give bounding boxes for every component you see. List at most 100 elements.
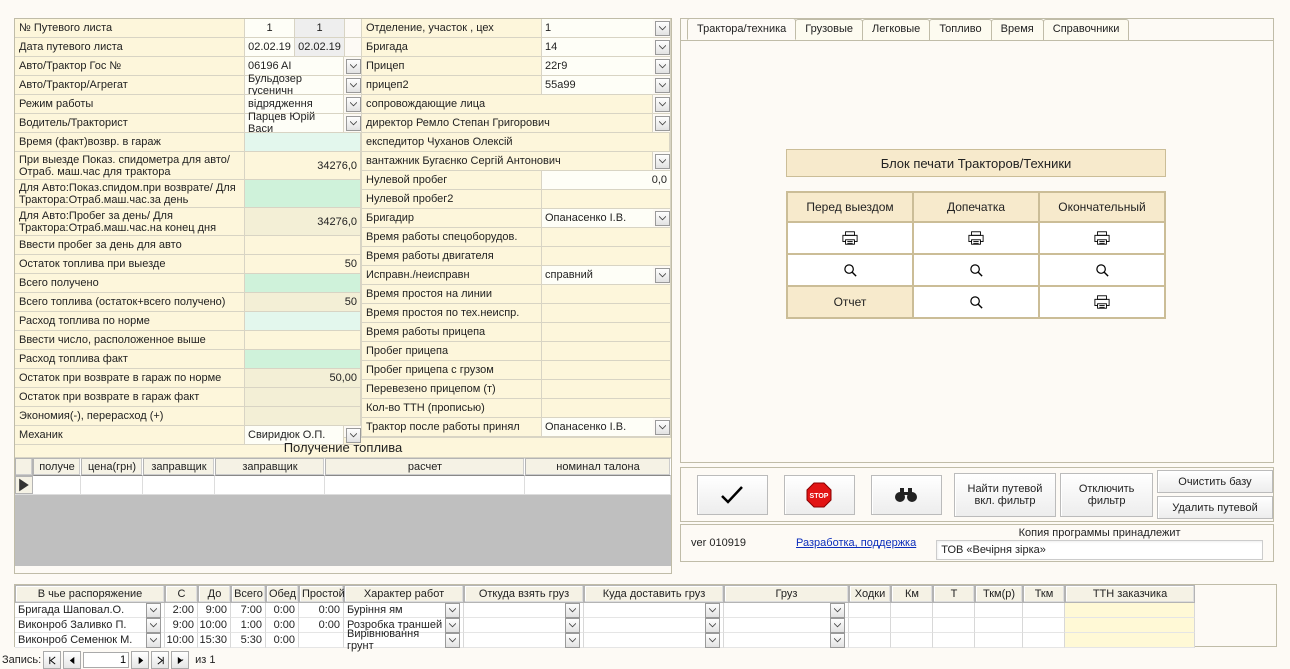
- grid-cell[interactable]: [1065, 633, 1195, 648]
- grid-cell[interactable]: [1065, 603, 1195, 618]
- ok-button[interactable]: [697, 475, 768, 515]
- chevron-down-icon[interactable]: [445, 603, 460, 618]
- dropdown-icon[interactable]: [346, 78, 361, 93]
- grid-cell[interactable]: [464, 603, 584, 618]
- field-value[interactable]: [245, 312, 361, 330]
- tab-3[interactable]: Топливо: [929, 19, 991, 41]
- field-value[interactable]: [245, 274, 361, 292]
- field-value[interactable]: Опанасенко І.В.: [542, 418, 653, 436]
- grid-cell[interactable]: [464, 633, 584, 648]
- grid-cell[interactable]: 0:00: [299, 603, 344, 618]
- grid-cell[interactable]: [464, 618, 584, 633]
- fuel-column-header[interactable]: получе: [33, 458, 81, 476]
- grid-cell[interactable]: [724, 603, 849, 618]
- grid-column-header[interactable]: Простой: [299, 585, 344, 603]
- grid-column-header[interactable]: В чье распоряжение: [15, 585, 165, 603]
- grid-column-header[interactable]: Ткм: [1023, 585, 1065, 603]
- grid-cell[interactable]: [933, 633, 975, 648]
- owner-field[interactable]: ТОВ «Вечірня зірка»: [936, 540, 1263, 560]
- dropdown-icon[interactable]: [655, 211, 670, 226]
- fuel-column-header[interactable]: номинал талона: [525, 458, 671, 476]
- field-value[interactable]: 1: [295, 19, 345, 37]
- field-value[interactable]: Бульдозер гусеничн: [245, 76, 344, 94]
- disable-filter-button[interactable]: Отключить фильтр: [1060, 473, 1153, 517]
- grid-cell[interactable]: 1:00: [231, 618, 266, 633]
- grid-cell[interactable]: [1065, 618, 1195, 633]
- chevron-down-icon[interactable]: [705, 618, 720, 633]
- grid-cell[interactable]: [891, 633, 933, 648]
- field-value[interactable]: [245, 350, 361, 368]
- tab-0[interactable]: Трактора/техника: [687, 18, 796, 40]
- dropdown-icon[interactable]: [346, 116, 361, 131]
- field-value[interactable]: [245, 133, 361, 151]
- field-value[interactable]: 50: [245, 255, 361, 273]
- grid-cell[interactable]: 9:00: [165, 618, 198, 633]
- grid-cell[interactable]: [975, 618, 1023, 633]
- grid-column-header[interactable]: Характер работ: [344, 585, 464, 603]
- grid-column-header[interactable]: Обед: [266, 585, 299, 603]
- field-value[interactable]: [542, 399, 670, 417]
- field-value[interactable]: [542, 361, 670, 379]
- delete-waybill-button[interactable]: Удалить путевой: [1157, 496, 1273, 519]
- dropdown-icon[interactable]: [655, 116, 670, 131]
- chevron-down-icon[interactable]: [565, 633, 580, 648]
- field-value[interactable]: [245, 331, 361, 349]
- grid-cell[interactable]: Вирівнювання грунт: [344, 633, 464, 648]
- chevron-down-icon[interactable]: [445, 633, 460, 648]
- grid-cell[interactable]: 0:00: [299, 618, 344, 633]
- nav-last-button[interactable]: [151, 651, 169, 669]
- grid-cell[interactable]: Виконроб Семенюк М.: [15, 633, 165, 648]
- field-value[interactable]: [542, 342, 670, 360]
- grid-cell[interactable]: [975, 633, 1023, 648]
- grid-column-header[interactable]: Откуда взять груз: [464, 585, 584, 603]
- print-extra-button[interactable]: [913, 222, 1039, 254]
- grid-column-header[interactable]: Ходки: [849, 585, 891, 603]
- field-value[interactable]: 22г9: [542, 57, 653, 75]
- chevron-down-icon[interactable]: [705, 633, 720, 648]
- field-value[interactable]: 50,00: [245, 369, 361, 387]
- grid-cell[interactable]: 0:00: [266, 603, 299, 618]
- field-value[interactable]: [542, 190, 670, 208]
- print-before-button[interactable]: [787, 222, 913, 254]
- nav-first-button[interactable]: [43, 651, 61, 669]
- grid-cell[interactable]: [1023, 603, 1065, 618]
- field-value[interactable]: 50: [245, 293, 361, 311]
- field-value[interactable]: 0,0: [542, 171, 670, 189]
- grid-cell[interactable]: [584, 633, 724, 648]
- fuel-column-header[interactable]: заправщик: [143, 458, 215, 476]
- grid-cell[interactable]: [724, 633, 849, 648]
- chevron-down-icon[interactable]: [565, 618, 580, 633]
- nav-next-button[interactable]: [131, 651, 149, 669]
- preview-final-button[interactable]: [1039, 254, 1165, 286]
- dropdown-icon[interactable]: [655, 59, 670, 74]
- field-value[interactable]: Парцев Юрій Васи: [245, 114, 344, 132]
- grid-cell[interactable]: Виконроб Заливко П.: [15, 618, 165, 633]
- grid-cell[interactable]: [1023, 618, 1065, 633]
- dropdown-icon[interactable]: [655, 40, 670, 55]
- grid-cell[interactable]: 0:00: [266, 618, 299, 633]
- field-value[interactable]: [245, 180, 361, 207]
- binoculars-button[interactable]: [871, 475, 942, 515]
- grid-cell[interactable]: 10:00: [165, 633, 198, 648]
- field-value[interactable]: [542, 247, 670, 265]
- grid-cell[interactable]: 10:00: [198, 618, 231, 633]
- find-waybill-button[interactable]: Найти путевой вкл. фильтр: [954, 473, 1057, 517]
- field-value[interactable]: [245, 388, 361, 406]
- tab-5[interactable]: Справочники: [1043, 19, 1130, 41]
- field-value[interactable]: 14: [542, 38, 653, 56]
- support-link[interactable]: Разработка, поддержка: [796, 537, 916, 549]
- dropdown-icon[interactable]: [346, 59, 361, 74]
- grid-column-header[interactable]: Ткм(р): [975, 585, 1023, 603]
- grid-cell[interactable]: [724, 618, 849, 633]
- field-value[interactable]: [542, 323, 670, 341]
- tab-1[interactable]: Грузовые: [795, 19, 863, 41]
- grid-column-header[interactable]: Всего: [231, 585, 266, 603]
- field-value[interactable]: 1: [245, 19, 295, 37]
- nav-new-button[interactable]: *: [171, 651, 189, 669]
- grid-column-header[interactable]: Т: [933, 585, 975, 603]
- grid-cell[interactable]: [891, 603, 933, 618]
- grid-cell[interactable]: [299, 633, 344, 648]
- field-value[interactable]: 55a99: [542, 76, 653, 94]
- clear-db-button[interactable]: Очистить базу: [1157, 470, 1273, 493]
- dropdown-icon[interactable]: [655, 154, 670, 169]
